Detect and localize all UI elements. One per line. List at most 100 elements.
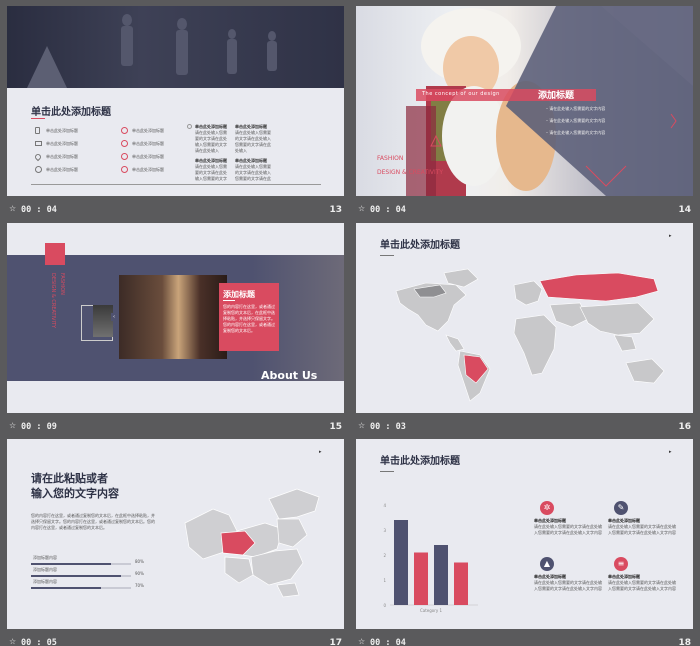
- list-item: 单击此处添加标题: [121, 137, 164, 150]
- title-underline: [31, 118, 45, 119]
- chart-bar: [454, 562, 468, 605]
- slide-18-meta: ☆ 00 : 04 18: [356, 632, 693, 646]
- pen-icon: ✎: [614, 501, 628, 515]
- slide-14-title: 添加标题: [538, 91, 575, 101]
- tree-icon: ▲: [540, 557, 554, 571]
- y-tick-label: 2: [383, 553, 386, 558]
- play-transition-icon[interactable]: ☆: [358, 421, 365, 430]
- header-photo: [7, 6, 344, 88]
- slide-duration: 00 : 04: [21, 205, 57, 215]
- play-transition-icon[interactable]: ☆: [9, 421, 16, 430]
- y-tick-label: 4: [383, 503, 386, 508]
- alert-icon: [121, 153, 128, 160]
- list-item: 单击此处添加标题: [121, 150, 164, 163]
- slide-duration: 00 : 04: [370, 205, 406, 215]
- runway-photo-silhouettes: [27, 14, 277, 88]
- slide-number: 14: [678, 205, 691, 215]
- slide-number: 13: [329, 205, 342, 215]
- bottom-rule: [31, 184, 321, 185]
- link-icon: [121, 127, 128, 134]
- fashion-label: FASHION: [377, 155, 404, 162]
- australia: [625, 358, 665, 384]
- info-column: 单击此处添加标题 请在此处输入您需要的文字请在此处输入您需要的文字请在此处输入: [235, 158, 271, 181]
- info-icon: [121, 140, 128, 147]
- list-item: 单击此处添加标题: [33, 150, 78, 163]
- bullet-list: – 请在此处输入您需要的文字内容 – 请在此处输入您需要的文字内容 – 请在此处…: [546, 106, 605, 142]
- design-label: DESIGN & CREATIVITY: [377, 169, 444, 176]
- prev-arrow-button[interactable]: ‹: [111, 313, 117, 321]
- red-square: [45, 243, 65, 265]
- slide-15[interactable]: FASHION DESIGN & CREATIVITY ‹ › 添加标题 您的内…: [7, 223, 344, 413]
- russia-highlight: [539, 272, 659, 302]
- phone-icon: [35, 127, 40, 134]
- y-tick-label: 3: [383, 528, 386, 533]
- list-item: – 请在此处输入您需要的文字内容: [546, 118, 606, 123]
- slide-13[interactable]: 单击此处添加标题 单击此处添加标题 单击此处添加标题 单击此处添加标题 单击此处…: [7, 6, 344, 196]
- slide-17-meta: ☆ 00 : 05 17: [7, 632, 344, 646]
- slide-16[interactable]: 单击此处添加标题 ▸: [356, 223, 693, 413]
- slide-duration: 00 : 05: [21, 638, 57, 646]
- list-item: 单击此处添加标题: [121, 124, 164, 137]
- slide-13-meta: ☆ 00 : 04 13: [7, 199, 344, 221]
- play-transition-icon[interactable]: ☆: [9, 204, 16, 213]
- slide-18-title: 单击此处添加标题: [380, 456, 460, 467]
- globe-icon: [35, 166, 42, 173]
- slide-18[interactable]: ▸ 单击此处添加标题 0 1 2 3 4 Category 1 ✲ 单击此处添加标题 请在…: [356, 439, 693, 629]
- feature-card: ≡ 单击此处添加标题 请在此处输入您需要的文字请在此处输入您需要的文字请在此处输…: [608, 557, 676, 591]
- slide-duration: 00 : 04: [370, 638, 406, 646]
- northeast-region: [268, 488, 320, 520]
- about-us-label: About Us: [261, 369, 318, 382]
- y-tick-label: 0: [383, 603, 386, 608]
- list-item: 单击此处添加标题: [35, 124, 78, 137]
- slide-number: 17: [329, 638, 342, 646]
- contact-list-2: 单击此处添加标题 单击此处添加标题 单击此处添加标题 单击此处添加标题: [121, 124, 164, 176]
- slide-number: 16: [678, 422, 691, 432]
- pin-icon: [187, 124, 192, 129]
- sun-icon: ✲: [540, 501, 554, 515]
- info-column: 单击此处添加标题 请在此处输入您需要的文字请在此处输入您需要的文字请在此处输入: [235, 124, 271, 153]
- chart-bar: [414, 552, 428, 605]
- thumb-photo-small: [93, 305, 113, 337]
- slide-14[interactable]: The concept of our design 添加标题 – 请在此处输入您…: [356, 6, 693, 196]
- blonde-model-photo: [119, 275, 227, 359]
- chart-bar: [394, 520, 408, 605]
- slide-17[interactable]: ▸ 请在此粘贴或者 输入您的文字内容 您的内容打在这里，或者通过复制您的文本后，…: [7, 439, 344, 629]
- feature-card: ▲ 单击此处添加标题 请在此处输入您需要的文字请在此处输入您需要的文字请在此处输…: [534, 557, 602, 591]
- contact-list-1: 单击此处添加标题 单击此处添加标题 单击此处添加标题 单击此处添加标题: [33, 124, 78, 176]
- slide-16-meta: ☆ 00 : 03 16: [356, 416, 693, 438]
- slide-duration: 00 : 03: [370, 422, 406, 432]
- concept-text: The concept of our design: [422, 91, 500, 97]
- list-item: – 请在此处输入您需要的文字内容: [546, 130, 606, 135]
- pin-icon: [33, 152, 43, 161]
- world-map: [395, 268, 665, 402]
- feature-card: ✎ 单击此处添加标题 请在此处输入您需要的文字请在此处输入您需要的文字请在此处输…: [608, 501, 676, 535]
- slide-number: 18: [678, 638, 691, 646]
- list-item: 单击此处添加标题: [35, 163, 78, 176]
- x-axis-label: Category 1: [420, 608, 443, 613]
- bar-chart: 0 1 2 3 4 Category 1: [383, 503, 478, 613]
- play-transition-icon[interactable]: ☆: [358, 204, 365, 213]
- mail-icon: [35, 141, 42, 146]
- list-item: 单击此处添加标题: [35, 137, 78, 150]
- list-item: 单击此处添加标题: [121, 163, 164, 176]
- diamond-overlay: [430, 6, 693, 196]
- slide-14-meta: ☆ 00 : 04 14: [356, 199, 693, 221]
- slide-number: 15: [329, 422, 342, 432]
- slide-13-title: 单击此处添加标题: [31, 107, 111, 118]
- corner-mark: ▸: [669, 449, 672, 455]
- y-tick-label: 1: [383, 578, 386, 583]
- info-column: 单击此处添加标题 请在此处输入您需要的文字请在此处输入您需要的文字请在此处输入: [187, 124, 229, 158]
- slide-15-meta: ☆ 00 : 09 15: [7, 416, 344, 438]
- card-underline: [223, 300, 235, 301]
- fashion-vertical: FASHION: [59, 273, 65, 295]
- play-transition-icon[interactable]: ☆: [9, 637, 16, 646]
- layers-icon: ≡: [614, 557, 628, 571]
- card-body: 您的内容打在这里，或者通过复制您的文本后，在此框中选择粘贴，并选择只保留文字。您…: [223, 304, 275, 333]
- chart-bar: [434, 545, 448, 605]
- play-transition-icon[interactable]: ☆: [358, 637, 365, 646]
- china-map: [184, 488, 320, 598]
- card-title: 添加标题: [223, 290, 255, 299]
- slide-duration: 00 : 09: [21, 422, 57, 432]
- user-icon: [121, 166, 128, 173]
- design-vertical: DESIGN & CREATIVITY: [50, 273, 56, 329]
